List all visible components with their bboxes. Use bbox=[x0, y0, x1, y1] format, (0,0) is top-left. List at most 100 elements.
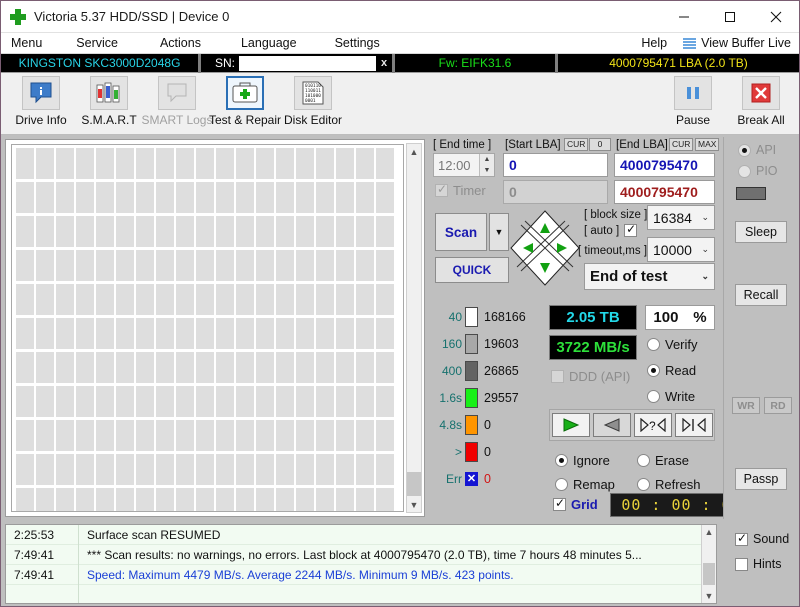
surface-map-grid[interactable] bbox=[11, 144, 404, 512]
menu-item-actions[interactable]: Actions bbox=[150, 33, 211, 54]
view-buffer-live-label: View Buffer Live bbox=[701, 36, 791, 50]
log-scroll-down-icon[interactable]: ▼ bbox=[702, 589, 716, 603]
spinner-arrows[interactable]: ▲ ▼ bbox=[479, 154, 494, 176]
maximize-button[interactable] bbox=[707, 1, 753, 33]
remap-label: Remap bbox=[573, 477, 615, 492]
minimize-button[interactable] bbox=[661, 1, 707, 33]
sound-checkbox[interactable]: Sound bbox=[735, 531, 789, 546]
view-buffer-live-button[interactable]: View Buffer Live bbox=[683, 36, 795, 50]
smart-logs-label: SMART Logs bbox=[141, 113, 213, 127]
passp-label: Passp bbox=[743, 472, 779, 486]
end-lba-cur-button[interactable]: CUR bbox=[669, 138, 694, 151]
smart-button[interactable]: S.M.A.R.T bbox=[75, 73, 143, 133]
write-radio[interactable]: Write bbox=[647, 389, 695, 404]
menu-item-help[interactable]: Help bbox=[625, 36, 683, 50]
menu-item-settings[interactable]: Settings bbox=[325, 33, 390, 54]
auto-block-size-checkbox[interactable]: [ auto ] bbox=[584, 222, 642, 237]
recall-button[interactable]: Recall bbox=[735, 284, 787, 306]
verify-radio[interactable]: Verify bbox=[647, 337, 698, 352]
ignore-radio[interactable]: Ignore bbox=[555, 453, 610, 468]
timeout-select[interactable]: 10000 ⌄ bbox=[647, 237, 715, 262]
map-cell bbox=[356, 318, 374, 349]
menu-item-menu[interactable]: Menu bbox=[1, 33, 52, 54]
erase-radio[interactable]: Erase bbox=[637, 453, 689, 468]
grid-checkbox[interactable]: Grid bbox=[553, 496, 598, 512]
scan-dropdown-button[interactable]: ▼ bbox=[489, 213, 509, 251]
pio-radio[interactable]: PIO bbox=[738, 164, 778, 178]
jump-end-button[interactable] bbox=[674, 413, 713, 437]
disk-editor-button[interactable]: 010110 110011 101000 0001 Disk Editor bbox=[279, 73, 347, 133]
end-lba-secondary-input[interactable]: 4000795470 bbox=[614, 180, 715, 204]
scroll-up-icon[interactable]: ▲ bbox=[407, 144, 421, 159]
ddd-api-checkbox[interactable]: DDD (API) bbox=[551, 369, 630, 384]
play-forward-button[interactable] bbox=[551, 413, 590, 437]
map-cell bbox=[256, 488, 274, 511]
wr-button[interactable]: WR bbox=[732, 397, 760, 414]
map-cell bbox=[16, 352, 34, 383]
legend-count: 0 bbox=[484, 444, 491, 459]
rd-button[interactable]: RD bbox=[764, 397, 792, 414]
map-cell bbox=[236, 454, 254, 485]
scroll-down-icon[interactable]: ▼ bbox=[407, 497, 421, 512]
end-time-spinner[interactable]: 12:00 ▲ ▼ bbox=[433, 153, 495, 177]
map-cell bbox=[116, 250, 134, 281]
timer-checkbox[interactable]: Timer bbox=[435, 182, 486, 198]
scan-button[interactable]: Scan bbox=[435, 213, 487, 251]
map-cell bbox=[256, 318, 274, 349]
quick-button[interactable]: QUICK bbox=[435, 257, 509, 283]
start-lba-cur-button[interactable]: CUR bbox=[564, 138, 589, 151]
block-size-select[interactable]: 16384 ⌄ bbox=[647, 205, 715, 230]
log-row[interactable]: 7:49:41 Speed: Maximum 4479 MB/s. Average… bbox=[6, 564, 716, 585]
log-list[interactable]: 2:25:53 Surface scan RESUMED 7:49:41 *** Sc… bbox=[5, 524, 717, 604]
log-scroll-thumb[interactable] bbox=[703, 563, 715, 585]
log-row[interactable] bbox=[6, 584, 716, 603]
jump-question-button[interactable]: ? bbox=[633, 413, 672, 437]
scroll-thumb[interactable] bbox=[407, 472, 421, 496]
log-scroll-up-icon[interactable]: ▲ bbox=[702, 525, 716, 539]
end-of-test-select[interactable]: End of test ⌄ bbox=[584, 263, 715, 290]
break-all-button[interactable]: Break All bbox=[727, 73, 795, 133]
map-cell bbox=[136, 216, 154, 247]
pause-button[interactable]: Pause bbox=[659, 73, 727, 133]
legend-swatch bbox=[465, 306, 478, 327]
api-radio[interactable]: API bbox=[738, 143, 776, 157]
legend-count: 26865 bbox=[484, 363, 519, 378]
map-cell bbox=[16, 420, 34, 451]
sleep-button[interactable]: Sleep bbox=[735, 221, 787, 243]
smart-logs-button[interactable]: SMART Logs bbox=[141, 73, 213, 133]
menu-item-language[interactable]: Language bbox=[231, 33, 307, 54]
map-cell bbox=[16, 250, 34, 281]
passp-button[interactable]: Passp bbox=[735, 468, 787, 490]
legend-row: 40 168166 bbox=[431, 303, 539, 330]
clear-serial-button[interactable]: x bbox=[376, 54, 392, 73]
map-cell bbox=[376, 318, 394, 349]
menu-item-service[interactable]: Service bbox=[66, 33, 128, 54]
refresh-radio[interactable]: Refresh bbox=[637, 477, 701, 492]
serial-number-input[interactable] bbox=[239, 55, 376, 71]
map-cell bbox=[36, 216, 54, 247]
start-lba-input[interactable]: 0 bbox=[503, 153, 608, 177]
hints-checkbox[interactable]: Hints bbox=[735, 557, 781, 571]
map-cell bbox=[56, 250, 74, 281]
end-lba-input[interactable]: 4000795470 bbox=[614, 153, 715, 177]
read-radio[interactable]: Read bbox=[647, 363, 696, 378]
start-lba-zero-button[interactable]: 0 bbox=[589, 138, 611, 151]
end-time-value: 12:00 bbox=[438, 157, 471, 173]
map-cell bbox=[76, 148, 94, 179]
red-x-icon bbox=[751, 83, 771, 103]
map-cell bbox=[116, 284, 134, 315]
map-cell bbox=[176, 250, 194, 281]
direction-pad-icon[interactable] bbox=[509, 209, 581, 287]
test-and-repair-button[interactable]: Test & Repair bbox=[209, 73, 281, 133]
log-scrollbar[interactable]: ▲ ▼ bbox=[701, 525, 716, 603]
end-lba-max-button[interactable]: MAX bbox=[695, 138, 720, 151]
log-row[interactable]: 7:49:41 *** Scan results: no warnings, no… bbox=[6, 544, 716, 565]
log-row[interactable]: 2:25:53 Surface scan RESUMED bbox=[6, 525, 716, 545]
map-cell bbox=[96, 488, 114, 511]
remap-radio[interactable]: Remap bbox=[555, 477, 615, 492]
map-scrollbar[interactable]: ▲ ▼ bbox=[406, 143, 422, 513]
drive-info-button[interactable]: Drive Info bbox=[7, 73, 75, 133]
close-button[interactable] bbox=[753, 1, 799, 33]
play-backward-button[interactable] bbox=[592, 413, 631, 437]
map-cell bbox=[176, 488, 194, 511]
